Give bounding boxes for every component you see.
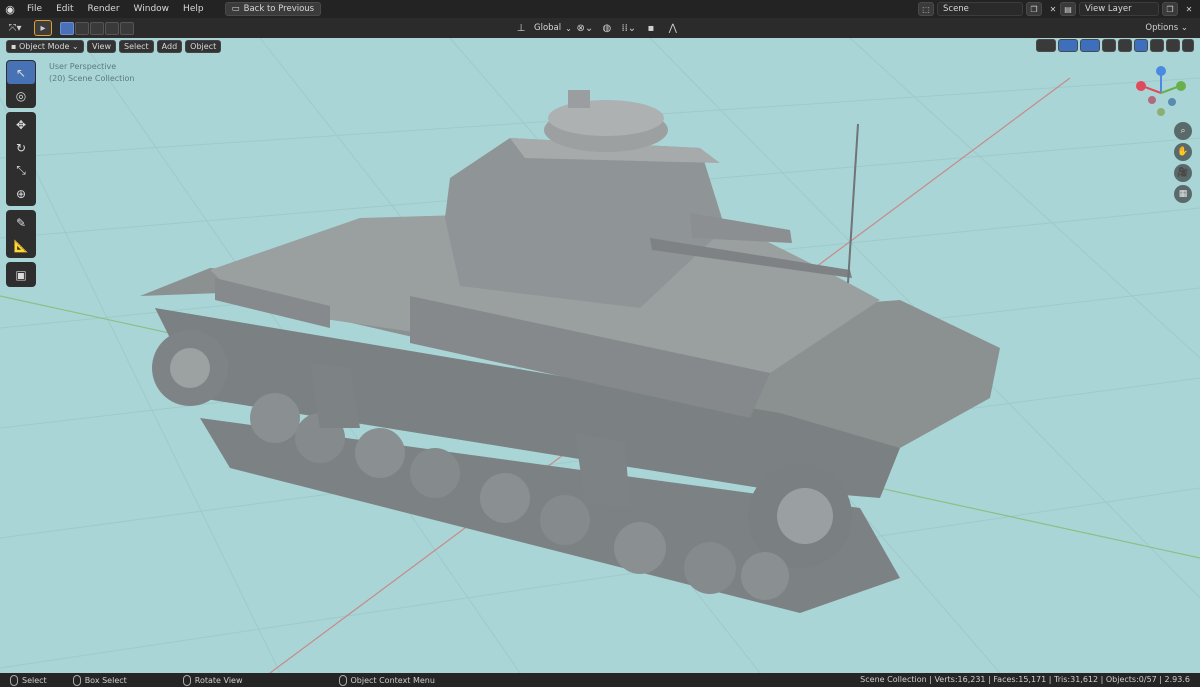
- left-toolbar: ↖ ◎ ✥ ↻ ⤡ ⊕ ✎ 📐 ▣: [6, 60, 36, 291]
- editor-type-icon[interactable]: ⤧▾: [6, 20, 24, 36]
- scene-icon[interactable]: ⬚: [918, 2, 934, 16]
- close-view-layer-icon[interactable]: ✕: [1181, 2, 1197, 16]
- scale-icon[interactable]: ⤡: [7, 159, 35, 182]
- back-to-previous-button[interactable]: ▭ Back to Previous: [224, 2, 322, 16]
- scene-name-field[interactable]: Scene: [937, 2, 1023, 16]
- view-perspective-label: User Perspective: [49, 62, 117, 71]
- select-tools-group: ↖ ◎: [6, 60, 36, 108]
- status-select: Select: [10, 674, 47, 686]
- solid-shading-icon[interactable]: [1134, 39, 1148, 52]
- transform-settings: ⊥ Global ⌄ ⊗⌄ ◍ ⁞⁞⌄ ▪ ⋀: [512, 20, 682, 36]
- move-icon[interactable]: ✥: [7, 113, 35, 136]
- pan-hand-icon[interactable]: ✋: [1174, 143, 1192, 161]
- select-box-icon[interactable]: ↖: [7, 61, 35, 84]
- navigation-gizmo[interactable]: [1132, 64, 1190, 122]
- status-context-menu: Object Context Menu: [338, 674, 435, 686]
- material-shading-icon[interactable]: [1150, 39, 1164, 52]
- status-box-select-label: Box Select: [84, 675, 127, 685]
- gizmo-toggle-icon[interactable]: [1058, 39, 1078, 52]
- select-extend-mode[interactable]: [75, 21, 89, 35]
- add-cube-icon[interactable]: ▣: [7, 263, 35, 286]
- xray-icon[interactable]: [1102, 39, 1116, 52]
- transform-tools-group: ✥ ↻ ⤡ ⊕: [6, 112, 36, 206]
- select-tool-icon[interactable]: ▸: [34, 20, 52, 36]
- view-layer-selector: ▤ View Layer ❐ ✕: [1060, 2, 1197, 16]
- object-mode-icon: ▪: [11, 41, 17, 51]
- transform-orientation-dropdown[interactable]: Global: [534, 23, 561, 33]
- status-rotate: Rotate View: [182, 674, 243, 686]
- new-scene-icon[interactable]: ❐: [1026, 2, 1042, 16]
- snap-icon[interactable]: ◍: [598, 20, 616, 36]
- scene-selector: ⬚ Scene ❐ ✕: [918, 2, 1061, 16]
- overlay-toggle-icon[interactable]: [1080, 39, 1100, 52]
- shading-options-icon[interactable]: [1182, 39, 1194, 52]
- back-to-previous-label: Back to Previous: [243, 4, 315, 14]
- 3d-viewport[interactable]: User Perspective (20) Scene Collection: [0, 38, 1200, 673]
- close-scene-icon[interactable]: ✕: [1045, 2, 1061, 16]
- view-layer-field[interactable]: View Layer: [1079, 2, 1159, 16]
- add-menu[interactable]: Add: [156, 39, 183, 53]
- annotate-tools-group: ✎ 📐: [6, 210, 36, 258]
- mouse-left-icon: [10, 674, 18, 686]
- scene-statistics: Scene Collection | Verts:16,231 | Faces:…: [860, 675, 1190, 684]
- view-menu[interactable]: View: [87, 39, 116, 53]
- select-intersect-mode[interactable]: [120, 21, 134, 35]
- menu-help[interactable]: Help: [176, 0, 211, 18]
- options-label: Options: [1145, 23, 1179, 33]
- annotate-icon[interactable]: ✎: [7, 211, 35, 234]
- zoom-icon[interactable]: ⌕: [1174, 122, 1192, 140]
- select-invert-mode[interactable]: [105, 21, 119, 35]
- top-menu-bar: ◉ File Edit Render Window Help ▭ Back to…: [0, 0, 1200, 18]
- tool-settings-bar: ⤧▾ ▸ ⊥ Global ⌄ ⊗⌄ ◍ ⁞⁞⌄ ▪ ⋀ Options ⌄: [0, 18, 1200, 38]
- select-new-mode[interactable]: [60, 21, 74, 35]
- ortho-grid-icon[interactable]: ▦: [1174, 185, 1192, 203]
- mouse-drag-icon: [72, 674, 81, 686]
- new-view-layer-icon[interactable]: ❐: [1162, 2, 1178, 16]
- menu-render[interactable]: Render: [81, 0, 127, 18]
- rendered-shading-icon[interactable]: [1166, 39, 1180, 52]
- screen-icon: ▭: [231, 4, 240, 14]
- menu-edit[interactable]: Edit: [49, 0, 80, 18]
- transform-orientation-icon: ⊥: [516, 22, 526, 34]
- camera-view-icon[interactable]: 🎥: [1174, 164, 1192, 182]
- status-bar: Select Box Select Rotate View Object Con…: [0, 673, 1200, 687]
- blender-logo-icon[interactable]: ◉: [0, 0, 20, 18]
- viewport-header: ▪ Object Mode ⌄ View Select Add Object: [0, 38, 1200, 54]
- chevron-down-icon: ⌄: [565, 23, 572, 33]
- menu-window[interactable]: Window: [127, 0, 177, 18]
- status-select-label: Select: [22, 675, 47, 685]
- visibility-icon[interactable]: [1036, 39, 1056, 52]
- select-menu[interactable]: Select: [118, 39, 154, 53]
- viewport-shading-controls: [1036, 39, 1194, 52]
- select-subtract-mode[interactable]: [90, 21, 104, 35]
- falloff-icon[interactable]: ⋀: [664, 20, 682, 36]
- mouse-middle-icon: [182, 674, 191, 686]
- object-menu[interactable]: Object: [185, 39, 222, 53]
- snap-target-icon[interactable]: ⁞⁞⌄: [620, 20, 638, 36]
- viewport-scene: [0, 38, 1200, 673]
- add-tools-group: ▣: [6, 262, 36, 287]
- transform-icon[interactable]: ⊕: [7, 182, 35, 205]
- rotate-icon[interactable]: ↻: [7, 136, 35, 159]
- status-box-select: Box Select: [72, 674, 127, 686]
- mouse-right-icon: [338, 674, 347, 686]
- measure-icon[interactable]: 📐: [7, 234, 35, 257]
- tank-model[interactable]: [140, 90, 1000, 613]
- proportional-edit-icon[interactable]: ▪: [642, 20, 660, 36]
- mode-dropdown[interactable]: ▪ Object Mode ⌄: [6, 39, 84, 53]
- options-dropdown[interactable]: Options ⌄: [1139, 21, 1194, 35]
- wireframe-shading-icon[interactable]: [1118, 39, 1132, 52]
- menu-file[interactable]: File: [20, 0, 49, 18]
- status-rotate-label: Rotate View: [194, 675, 243, 685]
- cursor-icon[interactable]: ◎: [7, 84, 35, 107]
- view-collection-label: (20) Scene Collection: [49, 74, 135, 83]
- pivot-point-icon[interactable]: ⊗⌄: [576, 20, 594, 36]
- status-context-menu-label: Object Context Menu: [350, 675, 435, 685]
- view-layer-icon[interactable]: ▤: [1060, 2, 1076, 16]
- selection-mode-group: [60, 21, 134, 35]
- mode-label: Object Mode: [18, 41, 70, 51]
